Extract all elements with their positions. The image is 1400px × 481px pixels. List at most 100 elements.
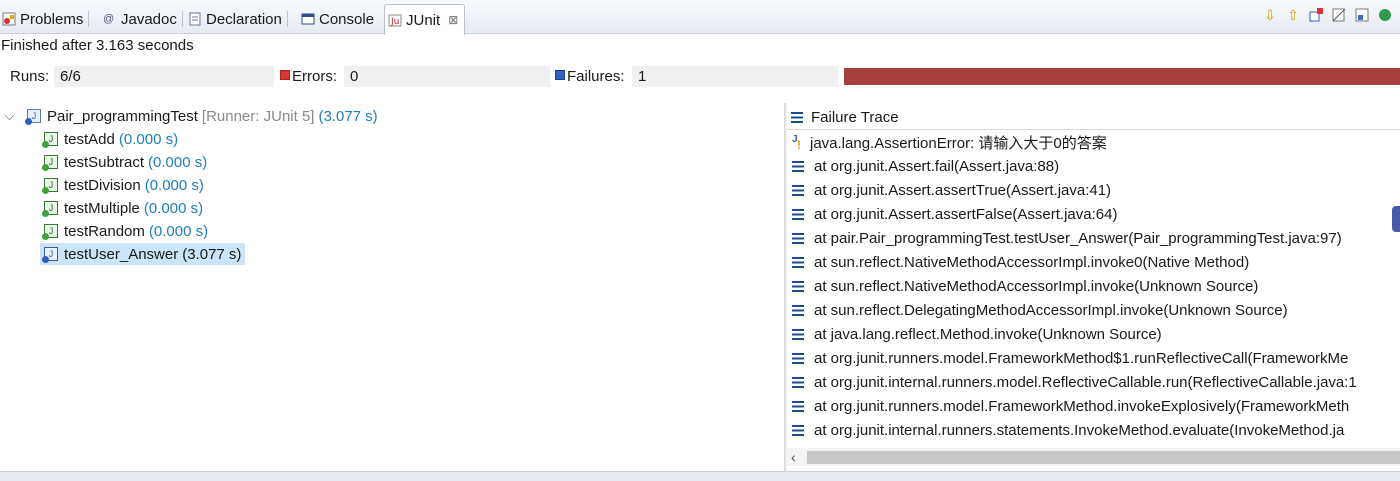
scrollbar-thumb[interactable] xyxy=(807,451,1400,464)
failure-trace-pane: Failure Trace J! java.lang.AssertionErro… xyxy=(787,103,1400,471)
test-suite-icon: J xyxy=(25,109,41,125)
stack-frame-icon xyxy=(792,256,804,268)
trace-line-text: at org.junit.internal.runners.model.Refl… xyxy=(814,373,1357,391)
trace-line[interactable]: at org.junit.internal.runners.model.Refl… xyxy=(792,371,1357,393)
trace-line-text: at sun.reflect.NativeMethodAccessorImpl.… xyxy=(814,253,1250,271)
problems-icon xyxy=(2,12,16,26)
test-failed-icon: J xyxy=(42,247,58,263)
tab-console[interactable]: Console xyxy=(301,4,374,34)
trace-line[interactable]: at org.junit.Assert.fail(Assert.java:88) xyxy=(792,155,1059,177)
tab-label: JUnit xyxy=(406,11,441,29)
stack-frame-icon xyxy=(792,328,804,340)
tab-junit[interactable]: Ju JUnit ⊠ xyxy=(384,4,466,35)
stack-frame-icon xyxy=(792,304,804,316)
next-failure-icon[interactable]: ⇩ xyxy=(1262,7,1278,23)
test-passed-icon: J xyxy=(42,132,58,148)
suite-time: (3.077 s) xyxy=(318,107,378,125)
stack-frame-icon xyxy=(792,184,804,196)
trace-line[interactable]: at org.junit.Assert.assertTrue(Assert.ja… xyxy=(792,179,1111,201)
trace-line[interactable]: at java.lang.reflect.Method.invoke(Unkno… xyxy=(792,323,1162,345)
progress-bar xyxy=(844,68,1400,85)
test-time: (0.000 s) xyxy=(143,199,204,217)
test-name: testMultiple xyxy=(64,199,140,217)
trace-line-text: at sun.reflect.DelegatingMethodAccessorI… xyxy=(814,301,1288,319)
tab-separator xyxy=(286,11,288,27)
trace-line-text: at org.junit.Assert.assertTrue(Assert.ja… xyxy=(814,181,1112,199)
failure-icon xyxy=(555,70,565,80)
test-item[interactable]: J testRandom (0.000 s) xyxy=(42,220,209,242)
test-name: testSubtract xyxy=(64,153,145,171)
test-time: (3.077 s) xyxy=(182,245,242,263)
errors-value: 0 xyxy=(344,66,550,87)
test-time: (0.000 s) xyxy=(118,130,179,148)
view-menu-icon[interactable] xyxy=(1377,7,1393,23)
test-time: (0.000 s) xyxy=(144,176,204,194)
tab-declaration[interactable]: Declaration xyxy=(188,4,288,34)
scroll-left-icon[interactable]: ‹ xyxy=(791,448,796,466)
tab-problems[interactable]: Problems xyxy=(2,4,90,34)
trace-line[interactable]: at org.junit.runners.model.FrameworkMeth… xyxy=(792,347,1348,369)
chevron-down-icon[interactable]: ⌵ xyxy=(5,109,17,124)
close-icon[interactable]: ⊠ xyxy=(448,13,458,27)
trace-line-text: at org.junit.runners.model.FrameworkMeth… xyxy=(814,397,1350,415)
stack-frame-icon xyxy=(792,232,804,244)
trace-line[interactable]: at sun.reflect.NativeMethodAccessorImpl.… xyxy=(792,251,1249,273)
stack-frame-icon xyxy=(792,424,804,436)
stack-frame-icon xyxy=(792,352,804,364)
trace-line[interactable]: at org.junit.runners.model.FrameworkMeth… xyxy=(792,395,1349,417)
tab-label: Problems xyxy=(20,10,84,28)
trace-line[interactable]: at org.junit.internal.runners.statements… xyxy=(792,419,1344,441)
javadoc-icon: @ xyxy=(103,13,115,25)
previous-failure-icon[interactable]: ⇧ xyxy=(1285,7,1301,23)
failures-label: Failures: xyxy=(567,68,625,85)
test-item[interactable]: J testDivision (0.000 s) xyxy=(42,174,204,196)
stack-trace-icon xyxy=(791,111,803,123)
stop-icon[interactable] xyxy=(1308,7,1324,23)
failure-trace-title: Failure Trace xyxy=(811,108,899,126)
side-handle[interactable] xyxy=(1392,206,1400,232)
errors-label: Errors: xyxy=(292,68,337,85)
tab-separator xyxy=(181,11,183,27)
test-item[interactable]: J testAdd (0.000 s) xyxy=(42,128,179,150)
test-name: testAdd xyxy=(64,130,115,148)
junit-icon: Ju xyxy=(388,13,402,27)
tab-label: Console xyxy=(319,10,375,28)
test-tree: ⌵ J Pair_programmingTest [Runner: JUnit … xyxy=(0,103,785,471)
trace-line[interactable]: at sun.reflect.DelegatingMethodAccessorI… xyxy=(792,299,1288,321)
test-item-selected[interactable]: J testUser_Answer (3.077 s) xyxy=(40,243,246,265)
trace-line-text: at org.junit.runners.model.FrameworkMeth… xyxy=(814,349,1349,367)
trace-line-text: at pair.Pair_programmingTest.testUser_An… xyxy=(814,229,1342,247)
test-passed-icon: J xyxy=(42,201,58,217)
horizontal-scrollbar[interactable]: ‹ xyxy=(787,448,1400,466)
test-item[interactable]: J testSubtract (0.000 s) xyxy=(42,151,208,173)
runs-label: Runs: xyxy=(10,68,50,85)
test-passed-icon: J xyxy=(42,178,58,194)
svg-text:Ju: Ju xyxy=(390,17,399,27)
tree-root[interactable]: ⌵ J Pair_programmingTest [Runner: JUnit … xyxy=(5,105,378,127)
test-name: testUser_Answer xyxy=(64,245,179,263)
stack-frame-icon xyxy=(792,376,804,388)
trace-line-text: at sun.reflect.NativeMethodAccessorImpl.… xyxy=(814,277,1259,295)
test-passed-icon: J xyxy=(42,155,58,171)
divider xyxy=(787,129,1400,130)
trace-line[interactable]: at sun.reflect.NativeMethodAccessorImpl.… xyxy=(792,275,1258,297)
tab-javadoc[interactable]: @ Javadoc xyxy=(103,4,183,34)
test-passed-icon: J xyxy=(42,224,58,240)
tab-separator xyxy=(88,11,90,27)
stack-frame-icon xyxy=(792,208,804,220)
test-item[interactable]: J testMultiple (0.000 s) xyxy=(42,197,204,219)
error-icon xyxy=(280,70,290,80)
test-time: (0.000 s) xyxy=(148,222,209,240)
test-time: (0.000 s) xyxy=(148,153,208,171)
layout-icon[interactable] xyxy=(1354,7,1370,23)
console-icon xyxy=(301,12,315,26)
trace-line-text: at org.junit.Assert.assertFalse(Assert.j… xyxy=(814,205,1118,223)
trace-line[interactable]: at org.junit.Assert.assertFalse(Assert.j… xyxy=(792,203,1117,225)
trace-message[interactable]: J! java.lang.AssertionError: 请输入大于0的答案 xyxy=(792,131,1107,153)
trace-line-text: at org.junit.internal.runners.statements… xyxy=(814,421,1345,439)
view-toolbar: ⇩ ⇧ xyxy=(1262,7,1393,23)
tab-label: Javadoc xyxy=(121,10,177,28)
stack-frame-icon xyxy=(792,280,804,292)
trace-line[interactable]: at pair.Pair_programmingTest.testUser_An… xyxy=(792,227,1342,249)
history-icon[interactable] xyxy=(1331,7,1347,23)
